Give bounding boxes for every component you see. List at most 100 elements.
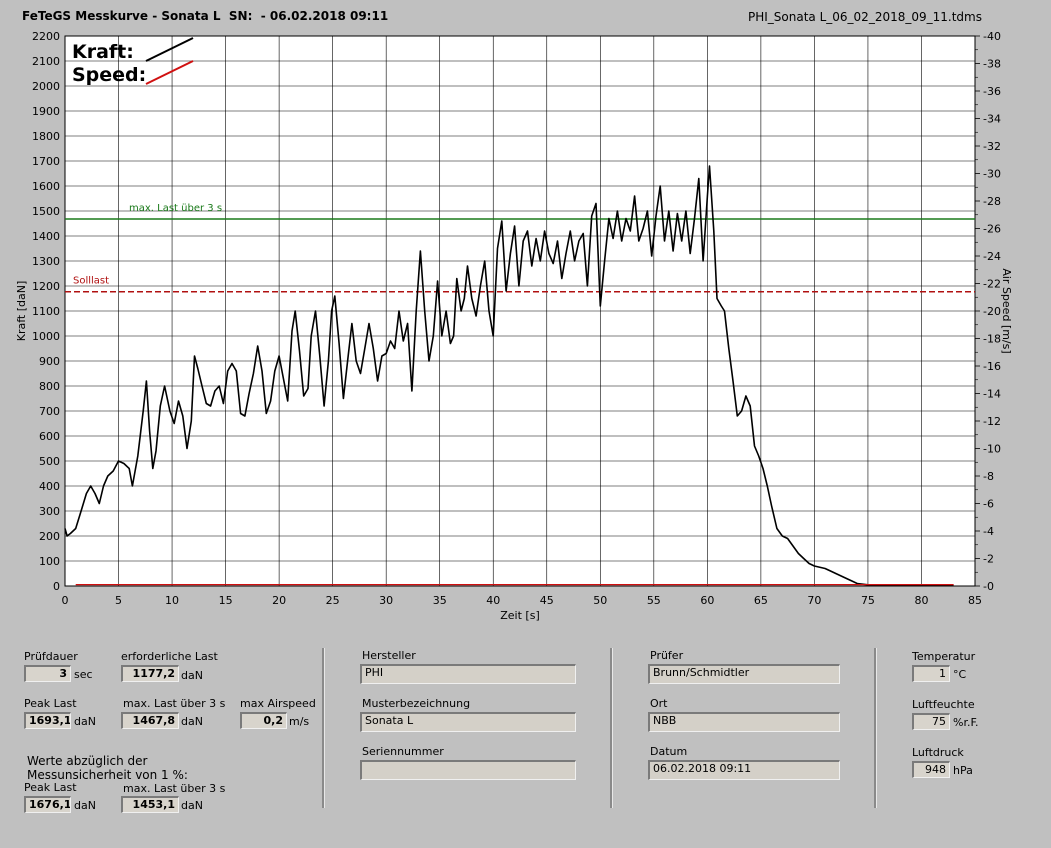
y2-tick-label: -0 <box>983 580 994 593</box>
max-last-label: max. Last über 3 s <box>123 697 226 710</box>
datum-field[interactable]: 06.02.2018 09:11 <box>648 760 840 780</box>
legend-label-kraft: Kraft: <box>72 41 134 63</box>
luftfeuchte-unit: %r.F. <box>953 716 979 729</box>
pruefdauer-label: Prüfdauer <box>24 650 78 663</box>
hersteller-field[interactable]: PHI <box>360 664 576 684</box>
x-axis-ticks: 0 5 10 15 20 25 30 35 40 45 50 55 60 65 70 75 80 85 <box>62 594 983 607</box>
panel-separator <box>874 648 877 808</box>
temperatur-unit: °C <box>953 668 967 681</box>
y2-tick-label: -6 <box>983 498 994 511</box>
datum-label: Datum <box>650 745 688 758</box>
reference-line-label-1: Solllast <box>73 276 109 287</box>
y-tick-label: 100 <box>39 555 60 568</box>
y-tick-label: 1600 <box>32 180 60 193</box>
luftfeuchte-field: 75 <box>912 713 950 730</box>
y-axis-label: Kraft [daN] <box>15 281 28 342</box>
y-tick-label: 1300 <box>32 255 60 268</box>
y-tick-label: 400 <box>39 480 60 493</box>
y2-axis-label: Air Speed [m/s] <box>1000 268 1013 353</box>
erf-last-unit: daN <box>181 669 203 682</box>
x-tick-label: 80 <box>914 594 928 607</box>
x-tick-label: 40 <box>486 594 500 607</box>
y2-tick-label: -30 <box>983 168 1001 181</box>
y2-tick-label: -14 <box>983 388 1001 401</box>
x-tick-label: 0 <box>62 594 69 607</box>
y-tick-label: 1000 <box>32 330 60 343</box>
panel-separator <box>322 648 325 808</box>
luftdruck-field: 948 <box>912 761 950 778</box>
y2-tick-label: -28 <box>983 195 1001 208</box>
musterbezeichnung-field[interactable]: Sonata L <box>360 712 576 732</box>
max-last2-field: 1453,1 <box>121 796 179 813</box>
hersteller-label: Hersteller <box>362 649 416 662</box>
pruefdauer-field: 3 <box>24 665 71 682</box>
x-tick-label: 30 <box>379 594 393 607</box>
y-tick-label: 900 <box>39 355 60 368</box>
reference-line-label-0: max. Last über 3 s <box>129 203 222 214</box>
erf-last-field: 1177,2 <box>121 665 179 682</box>
y2-tick-label: -26 <box>983 223 1001 236</box>
y-tick-label: 200 <box>39 530 60 543</box>
y-tick-label: 300 <box>39 505 60 518</box>
temperatur-field: 1 <box>912 665 950 682</box>
pruefer-field[interactable]: Brunn/Schmidtler <box>648 664 840 684</box>
y-tick-label: 2100 <box>32 55 60 68</box>
force-speed-chart: 0 5 10 15 20 25 30 35 40 45 50 55 60 65 70 75 80 85 0 100 2… <box>15 30 1013 622</box>
y2-tick-label: -34 <box>983 113 1001 126</box>
y2-tick-label: -16 <box>983 360 1001 373</box>
seriennummer-field[interactable] <box>360 760 576 780</box>
y2-tick-label: -8 <box>983 470 994 483</box>
y-tick-label: 1800 <box>32 130 60 143</box>
luftdruck-label: Luftdruck <box>912 746 964 759</box>
y2-axis-ticks: -0 -2 -4 -6 -8 -10 -12 -14 -16 -18 -20 -22 -24 -26 -28… <box>975 30 1001 593</box>
y-tick-label: 2200 <box>32 30 60 43</box>
y-tick-label: 1400 <box>32 230 60 243</box>
x-tick-label: 20 <box>272 594 286 607</box>
y2-tick-label: -32 <box>983 140 1001 153</box>
y2-tick-label: -36 <box>983 85 1001 98</box>
peak-last2-label: Peak Last <box>24 781 77 794</box>
x-tick-label: 50 <box>593 594 607 607</box>
y-tick-label: 0 <box>53 580 60 593</box>
ort-label: Ort <box>650 697 668 710</box>
x-tick-label: 45 <box>540 594 554 607</box>
y-tick-label: 800 <box>39 380 60 393</box>
y-tick-label: 1700 <box>32 155 60 168</box>
panel-separator <box>610 648 613 808</box>
x-tick-label: 5 <box>115 594 122 607</box>
x-tick-label: 15 <box>219 594 233 607</box>
y2-tick-label: -10 <box>983 443 1001 456</box>
erf-last-label: erforderliche Last <box>121 650 218 663</box>
x-tick-label: 85 <box>968 594 982 607</box>
y2-tick-label: -4 <box>983 525 994 538</box>
y-tick-label: 1900 <box>32 105 60 118</box>
y-tick-label: 1500 <box>32 205 60 218</box>
musterbezeichnung-label: Musterbezeichnung <box>362 697 471 710</box>
airspeed-label: max Airspeed <box>240 697 316 710</box>
x-tick-label: 75 <box>861 594 875 607</box>
legend-label-speed: Speed: <box>72 64 146 86</box>
x-tick-label: 60 <box>700 594 714 607</box>
airspeed-unit: m/s <box>289 715 310 728</box>
pruefdauer-unit: sec <box>74 668 93 681</box>
y2-tick-label: -40 <box>983 30 1001 43</box>
y2-tick-label: -2 <box>983 553 994 566</box>
peak-last2-unit: daN <box>74 799 96 812</box>
x-tick-label: 55 <box>647 594 661 607</box>
y2-tick-label: -24 <box>983 250 1001 263</box>
max-last2-unit: daN <box>181 799 203 812</box>
y-tick-label: 500 <box>39 455 60 468</box>
x-tick-label: 70 <box>807 594 821 607</box>
x-tick-label: 10 <box>165 594 179 607</box>
y-axis-ticks: 0 100 200 300 400 500 600 700 800 900 1000 1100 1200… <box>32 30 60 593</box>
ort-field[interactable]: NBB <box>648 712 840 732</box>
y-tick-label: 700 <box>39 405 60 418</box>
x-axis-label: Zeit [s] <box>500 609 539 622</box>
luftdruck-unit: hPa <box>953 764 973 777</box>
y-tick-label: 1200 <box>32 280 60 293</box>
temperatur-label: Temperatur <box>912 650 976 663</box>
uncertainty-note-line2: Messunsicherheit von 1 %: <box>27 768 188 782</box>
x-tick-label: 65 <box>754 594 768 607</box>
x-tick-label: 25 <box>326 594 340 607</box>
y2-tick-label: -12 <box>983 415 1001 428</box>
